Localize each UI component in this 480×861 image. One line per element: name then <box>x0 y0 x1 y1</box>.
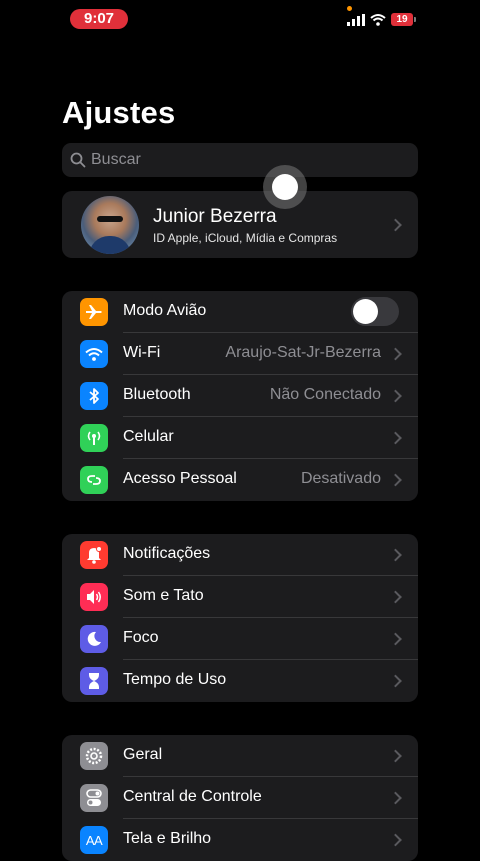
settings-row-label: Bluetooth <box>123 386 191 403</box>
profile-name: Junior Bezerra <box>153 206 277 227</box>
settings-row-value: Desativado <box>300 470 381 487</box>
settings-row-label: Tela e Brilho <box>123 830 212 847</box>
airplane-icon <box>80 298 108 326</box>
settings-row-label: Geral <box>123 746 163 763</box>
settings-row-label: Wi-Fi <box>123 344 161 361</box>
switches-icon <box>80 784 108 812</box>
settings-row-label: Som e Tato <box>123 587 204 604</box>
bluetooth-icon <box>80 382 108 410</box>
wifi-status-icon <box>370 14 386 26</box>
chevron-right-icon <box>389 548 402 562</box>
settings-row-central-de-controle[interactable]: Central de Controle <box>62 777 418 819</box>
search-icon <box>70 152 86 168</box>
airplane-mode-toggle[interactable] <box>351 297 399 326</box>
text-size-icon: AA <box>80 826 108 854</box>
profile-subtitle: ID Apple, iCloud, Mídia e Compras <box>153 231 338 245</box>
page-title: Ajustes <box>62 95 176 130</box>
chevron-right-icon <box>389 749 402 763</box>
chevron-right-icon <box>389 218 402 231</box>
text-size-icon-glyph: AA <box>85 832 103 848</box>
chevron-right-icon <box>389 590 402 604</box>
settings-row-modo-aviao[interactable]: Modo Avião <box>62 291 418 333</box>
chevron-right-icon <box>389 347 402 361</box>
status-time: 9:07 <box>70 9 128 29</box>
chevron-right-icon <box>389 632 402 646</box>
battery-indicator: 19 <box>391 13 416 26</box>
chevron-right-icon <box>389 431 402 445</box>
avatar <box>81 196 139 254</box>
cellular-signal-icon <box>347 14 365 26</box>
settings-row-label: Modo Avião <box>123 302 207 319</box>
settings-row-value: Não Conectado <box>269 386 381 403</box>
settings-group-connectivity: Modo Avião Wi-Fi Araujo-Sat-Jr-Bezerra B… <box>62 291 418 501</box>
settings-row-label: Celular <box>123 428 174 445</box>
antenna-icon <box>80 424 108 452</box>
settings-row-value: Araujo-Sat-Jr-Bezerra <box>225 344 381 361</box>
settings-row-celular[interactable]: Celular <box>62 417 418 459</box>
settings-row-label: Central de Controle <box>123 788 262 805</box>
settings-group-general: Geral Central de Controle AA Tela e Bril… <box>62 735 418 861</box>
settings-row-label: Acesso Pessoal <box>123 470 237 487</box>
wifi-icon <box>80 340 108 368</box>
settings-row-geral[interactable]: Geral <box>62 735 418 777</box>
gear-icon <box>80 742 108 770</box>
settings-row-som-e-tato[interactable]: Som e Tato <box>62 576 418 618</box>
settings-row-acesso-pessoal[interactable]: Acesso Pessoal Desativado <box>62 459 418 501</box>
settings-row-tempo-de-uso[interactable]: Tempo de Uso <box>62 660 418 702</box>
settings-row-label: Tempo de Uso <box>123 671 227 688</box>
settings-row-tela-e-brilho[interactable]: AA Tela e Brilho <box>62 819 418 861</box>
chevron-right-icon <box>389 389 402 403</box>
settings-row-bluetooth[interactable]: Bluetooth Não Conectado <box>62 375 418 417</box>
speaker-icon <box>80 583 108 611</box>
search-field[interactable]: Buscar <box>62 143 418 177</box>
hourglass-icon <box>80 667 108 695</box>
search-placeholder: Buscar <box>91 151 141 168</box>
hotspot-icon <box>80 466 108 494</box>
settings-row-wifi[interactable]: Wi-Fi Araujo-Sat-Jr-Bezerra <box>62 333 418 375</box>
settings-row-label: Foco <box>123 629 159 646</box>
chevron-right-icon <box>389 674 402 688</box>
touch-indicator <box>263 165 307 209</box>
bell-icon <box>80 541 108 569</box>
chevron-right-icon <box>389 833 402 847</box>
status-bar: 9:07 19 <box>0 0 480 40</box>
privacy-indicator-icon <box>347 6 352 11</box>
chevron-right-icon <box>389 791 402 805</box>
apple-id-profile-row[interactable]: Junior Bezerra ID Apple, iCloud, Mídia e… <box>62 191 418 258</box>
settings-row-foco[interactable]: Foco <box>62 618 418 660</box>
chevron-right-icon <box>389 473 402 487</box>
settings-row-label: Notificações <box>123 545 211 562</box>
settings-group-notifications: Notificações Som e Tato Foco Tempo de Us… <box>62 534 418 702</box>
moon-icon <box>80 625 108 653</box>
settings-row-notificacoes[interactable]: Notificações <box>62 534 418 576</box>
